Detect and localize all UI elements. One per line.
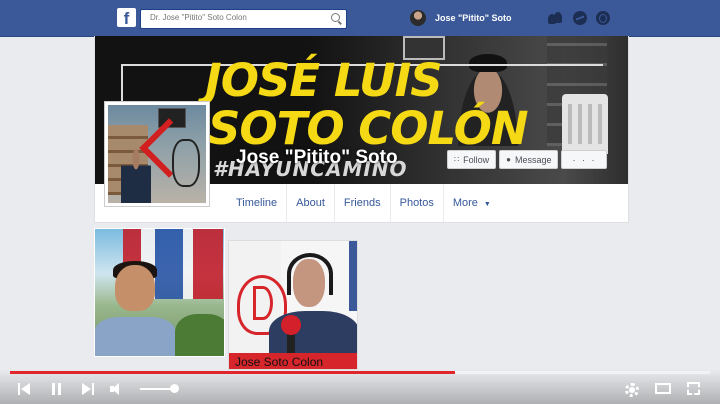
photo-outdoor-portrait[interactable] xyxy=(94,228,225,357)
photo-radio-portrait[interactable]: Jose Soto Colon xyxy=(228,240,358,370)
side-strip xyxy=(349,241,357,311)
tab-more-label: More xyxy=(452,197,478,209)
person-head xyxy=(115,265,155,311)
tab-about[interactable]: About xyxy=(286,184,334,222)
search-box[interactable] xyxy=(140,9,347,29)
pause-icon[interactable] xyxy=(51,382,65,396)
video-progress-bar[interactable] xyxy=(10,371,710,374)
previous-icon[interactable] xyxy=(18,382,32,396)
globe-icon[interactable] xyxy=(596,11,610,25)
profile-picture[interactable] xyxy=(104,101,210,207)
more-options-label: · · · xyxy=(572,154,597,165)
cover-headline-line1: JOSÉ LUIS xyxy=(205,54,443,107)
microphone-graphic xyxy=(172,139,200,187)
person-shirt xyxy=(95,317,175,356)
avatar[interactable] xyxy=(410,10,426,26)
microphone-icon xyxy=(281,315,301,335)
tab-more[interactable]: More ▼ xyxy=(442,184,500,222)
rss-icon: ∷ xyxy=(454,155,460,164)
friends-icon[interactable] xyxy=(548,11,562,25)
messenger-icon: ● xyxy=(506,155,511,164)
message-button[interactable]: ● Message xyxy=(499,150,559,169)
facebook-logo-icon[interactable]: f xyxy=(117,8,136,28)
volume-fill xyxy=(140,388,175,390)
tab-timeline[interactable]: Timeline xyxy=(227,184,286,222)
volume-icon[interactable] xyxy=(110,382,124,396)
fullscreen-icon[interactable] xyxy=(687,382,700,395)
message-label: Message xyxy=(514,154,552,165)
more-options-button[interactable]: · · · xyxy=(561,150,608,169)
profile-person xyxy=(121,149,151,203)
top-navigation-bar: f Jose "Pitito" Soto xyxy=(0,0,720,37)
hedge xyxy=(175,314,224,356)
tab-photos[interactable]: Photos xyxy=(389,184,443,222)
profile-picture-image xyxy=(108,105,206,203)
video-controls xyxy=(0,369,720,404)
theater-mode-icon[interactable] xyxy=(655,383,671,394)
headphones-icon xyxy=(287,253,333,295)
search-input[interactable] xyxy=(148,12,327,23)
follow-label: Follow xyxy=(463,154,490,165)
follow-button[interactable]: ∷ Follow xyxy=(447,150,497,169)
video-progress-fill xyxy=(10,371,456,374)
caret-down-icon: ▼ xyxy=(483,201,491,208)
tab-friends[interactable]: Friends xyxy=(333,184,390,222)
volume-slider[interactable] xyxy=(140,384,180,393)
profile-actions: ∷ Follow ● Message · · · xyxy=(447,150,610,169)
photo-caption: Jose Soto Colon xyxy=(229,353,357,369)
messenger-icon[interactable] xyxy=(573,11,587,25)
profile-tabs: Timeline About Friends Photos More ▼ xyxy=(227,184,500,222)
settings-gear-icon[interactable] xyxy=(625,383,639,397)
profile-shortcut-name[interactable]: Jose "Pitito" Soto xyxy=(435,13,512,23)
search-icon[interactable] xyxy=(331,13,340,22)
profile-name[interactable]: Jose "Pitito" Soto xyxy=(236,147,398,169)
next-icon[interactable] xyxy=(82,382,96,396)
profile-shortcut[interactable]: Jose "Pitito" Soto xyxy=(410,10,512,26)
